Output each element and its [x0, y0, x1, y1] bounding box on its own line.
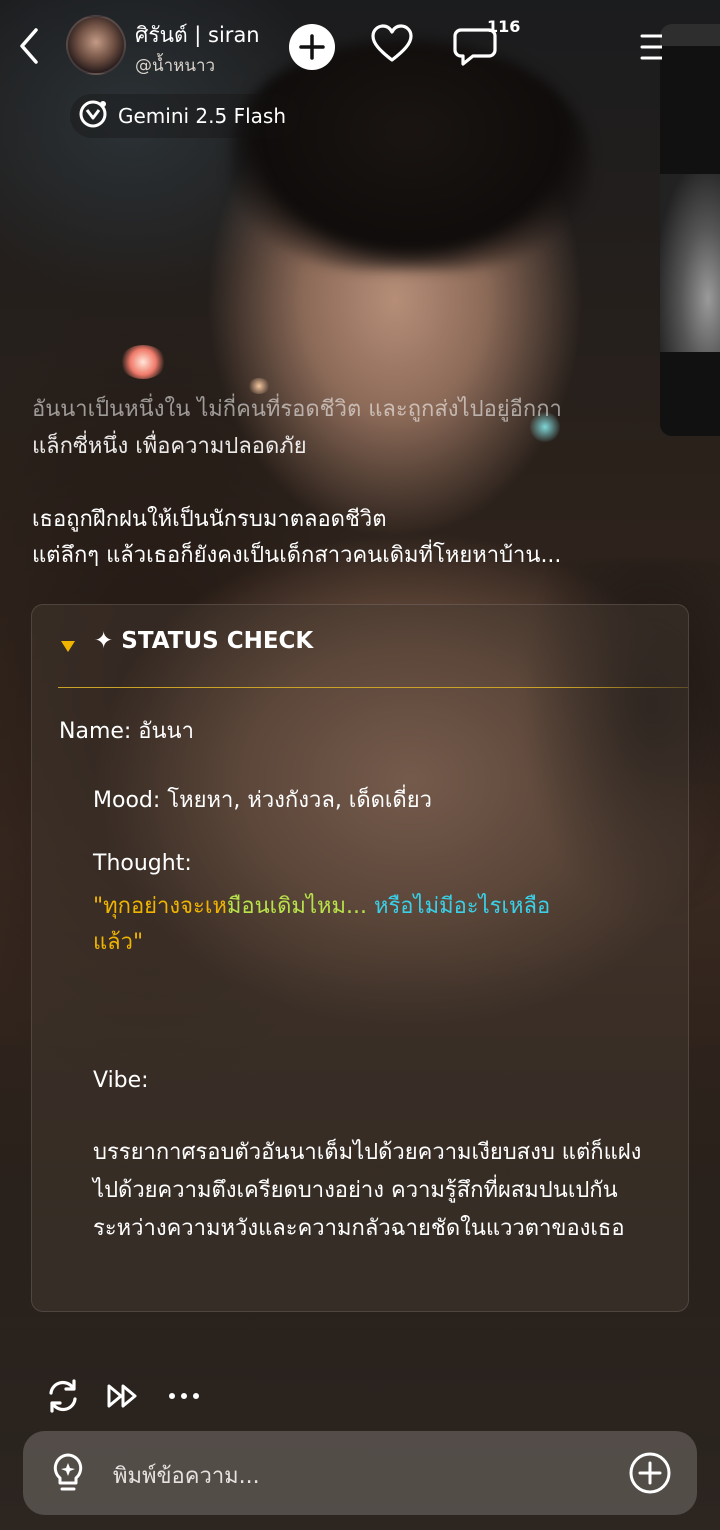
background-bokeh-light	[120, 345, 166, 379]
regenerate-icon[interactable]	[43, 1376, 83, 1416]
follow-button[interactable]	[289, 24, 335, 70]
creator-handle[interactable]: @น้ำหนาว	[135, 52, 215, 79]
thumbnail-image	[660, 174, 720, 352]
narration-line: เธอถูกฝึกฝนให้เป็นนักรบมาตลอดชีวิต	[32, 507, 387, 532]
model-icon	[76, 97, 110, 135]
caret-down-icon[interactable]	[60, 638, 76, 652]
character-name[interactable]: ศิรันต์ | siran	[135, 19, 260, 52]
status-vibe-text: บรรยากาศรอบตัวอันนาเต็มไปด้วยความเงียบสง…	[93, 1140, 642, 1241]
menu-icon[interactable]	[640, 30, 664, 64]
model-selector[interactable]: Gemini 2.5 Flash	[70, 94, 301, 138]
status-card-divider	[58, 687, 688, 688]
character-avatar[interactable]	[66, 15, 126, 75]
status-vibe-label: Vibe:	[93, 1068, 149, 1093]
thought-segment: มือนเดิมไหม...	[226, 894, 374, 919]
model-name: Gemini 2.5 Flash	[118, 104, 287, 128]
thought-segment: "ทุกอย่างจะเห	[93, 894, 227, 919]
narration-line: อันนาเป็นหนึ่งใน ไม่กี่คนที่รอดชีวิต และ…	[32, 397, 562, 422]
status-mood: Mood: โหยหา, ห่วงกังวล, เด็ดเดี่ยว	[93, 788, 432, 813]
back-arrow-icon[interactable]	[14, 26, 48, 66]
status-name: Name: อันนา	[59, 719, 194, 744]
more-icon[interactable]	[166, 1376, 206, 1416]
status-thought-quote: "ทุกอย่างจะเหมือนเดิมไหม... หรือไม่มีอะไ…	[93, 889, 653, 961]
heart-icon[interactable]	[369, 22, 415, 68]
lightbulb-icon[interactable]	[48, 1451, 88, 1495]
narration-line: แต่ลึกๆ แล้วเธอก็ยังคงเป็นเด็กสาวคนเดิมท…	[32, 543, 562, 568]
fast-forward-icon[interactable]	[104, 1376, 144, 1416]
narration-line: แล็กซี่หนึ่ง เพื่อความปลอดภัย	[32, 434, 307, 459]
background-hair-shape	[230, 40, 590, 270]
message-input-placeholder[interactable]: พิมพ์ข้อความ...	[113, 1458, 260, 1493]
image-preview-thumbnail[interactable]	[660, 24, 720, 436]
comment-count: 116	[487, 17, 521, 36]
thumbnail-header	[660, 24, 720, 46]
thought-segment: หรือไม่มีอะไรเหลือ	[373, 894, 551, 919]
thought-segment: แล้ว"	[93, 930, 144, 955]
status-thought-label: Thought:	[93, 851, 192, 876]
add-circle-icon[interactable]	[627, 1450, 673, 1496]
status-card-title[interactable]: ✦ STATUS CHECK	[94, 628, 313, 654]
plus-icon	[299, 34, 325, 60]
